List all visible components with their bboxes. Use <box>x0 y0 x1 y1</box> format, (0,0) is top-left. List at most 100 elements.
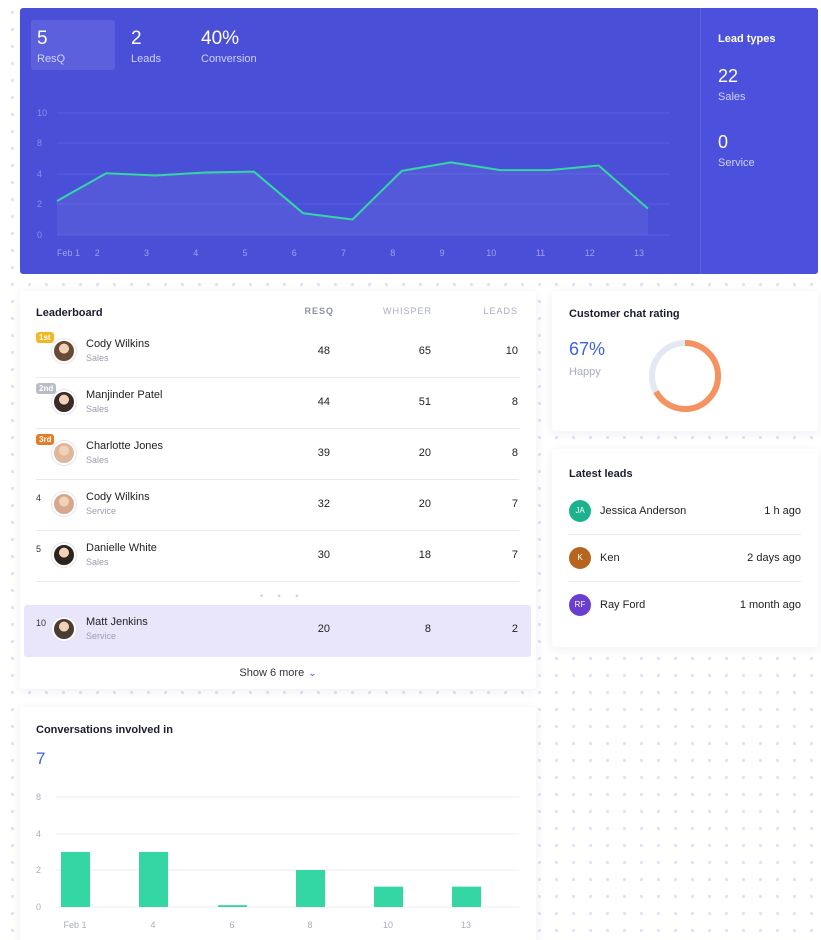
resq-value: 32 <box>317 498 330 510</box>
leaderboard-row[interactable]: 5 Danielle White Sales 30 18 7 <box>36 531 519 582</box>
x-tick-label: 13 <box>461 920 471 930</box>
x-tick-label: 4 <box>193 248 198 258</box>
conversations-bar-chart: 8 4 2 0 Feb 1 4 6 8 10 13 <box>36 792 519 930</box>
rank-number: 10 <box>36 618 47 628</box>
leads-value: 7 <box>511 498 518 510</box>
lead-types-panel: Lead types 22 Sales 0 Service <box>700 8 818 274</box>
y-tick-label: 8 <box>36 792 41 802</box>
y-tick-label: 2 <box>37 199 42 209</box>
lead-type-sales[interactable]: 22 Sales <box>718 66 746 103</box>
latest-leads-title: Latest leads <box>569 468 633 480</box>
leads-value: 2 <box>511 623 518 635</box>
show-more-label: Show 6 more <box>239 667 305 679</box>
member-name: Matt Jenkins <box>86 616 148 628</box>
member-team: Sales <box>86 404 109 414</box>
member-name: Cody Wilkins <box>86 491 150 503</box>
resq-value: 30 <box>317 549 330 561</box>
leads-value: 7 <box>511 549 518 561</box>
chat-rating-label: Happy <box>569 366 601 378</box>
column-header-resq[interactable]: RESQ <box>290 306 334 316</box>
lead-name: Ken <box>600 552 620 564</box>
leaderboard-card: Leaderboard RESQ WHISPER LEADS 1st Cody W… <box>20 291 536 689</box>
bar[interactable] <box>296 870 325 907</box>
whisper-value: 20 <box>418 498 431 510</box>
x-tick-label: 10 <box>486 248 496 258</box>
series-area <box>57 162 648 235</box>
y-tick-label: 4 <box>37 169 42 179</box>
leads-value: 10 <box>505 345 518 357</box>
bar[interactable] <box>452 886 481 907</box>
resq-value: 48 <box>317 345 330 357</box>
member-team: Service <box>86 506 117 516</box>
x-tick-label: 10 <box>383 920 393 930</box>
leaderboard-row[interactable]: 2nd Manjinder Patel Sales 44 51 8 <box>36 378 519 429</box>
x-tick-label: Feb 1 <box>57 248 80 258</box>
lead-type-sales-label: Sales <box>718 91 746 103</box>
lead-avatar: JA <box>569 500 591 522</box>
activity-chart-area: 5 ResQ 2 Leads 40% Conversion 10 8 4 2 0 Feb … <box>20 8 700 274</box>
bar[interactable] <box>139 852 168 907</box>
x-tick-label: 8 <box>390 248 395 258</box>
lead-item[interactable]: K Ken 2 days ago <box>569 536 801 582</box>
column-header-whisper[interactable]: WHISPER <box>370 306 432 316</box>
x-tick-label: 12 <box>585 248 595 258</box>
latest-leads-card: Latest leads JA Jessica Anderson 1 h ago K K… <box>552 449 818 647</box>
lead-item[interactable]: RF Ray Ford 1 month ago <box>569 583 801 629</box>
leaderboard-row[interactable]: 1st Cody Wilkins Sales 48 65 10 <box>36 327 519 378</box>
leaderboard-title: Leaderboard <box>36 307 103 319</box>
chat-rating-card: Customer chat rating 67% Happy <box>552 291 818 431</box>
y-tick-label: 4 <box>36 829 41 839</box>
rank-badge: 2nd <box>36 383 57 394</box>
activity-line-chart: 10 8 4 2 0 Feb 1 2 3 4 5 6 7 8 9 10 11 12 13 <box>37 108 670 258</box>
leads-value: 8 <box>511 447 518 459</box>
y-tick-label: 10 <box>37 108 47 118</box>
chevron-down-icon: ⌄ <box>308 668 317 679</box>
lead-type-service[interactable]: 0 Service <box>718 132 755 169</box>
x-tick-label: 5 <box>242 248 247 258</box>
y-tick-label: 0 <box>37 230 42 240</box>
member-team: Sales <box>86 353 109 363</box>
member-team: Sales <box>86 557 109 567</box>
lead-time: 1 month ago <box>739 599 801 611</box>
y-tick-label: 8 <box>37 138 42 148</box>
x-tick-label: Feb 1 <box>63 920 86 930</box>
whisper-value: 18 <box>418 549 431 561</box>
rank-number: 4 <box>36 493 42 503</box>
member-name: Manjinder Patel <box>86 389 163 401</box>
rank-badge: 3rd <box>36 434 55 445</box>
member-team: Sales <box>86 455 109 465</box>
chat-rating-title: Customer chat rating <box>569 308 680 320</box>
bar[interactable] <box>218 905 247 907</box>
chat-rating-donut <box>649 340 721 412</box>
member-name: Charlotte Jones <box>86 440 164 452</box>
resq-value: 39 <box>317 447 330 459</box>
rank-number: 5 <box>36 544 42 554</box>
lead-time: 1 h ago <box>764 505 801 517</box>
lead-type-sales-value: 22 <box>718 66 739 86</box>
show-more-button[interactable]: Show 6 more ⌄ <box>20 667 536 679</box>
leaderboard-row[interactable]: 4 Cody Wilkins Service 32 20 7 <box>36 480 519 531</box>
bar[interactable] <box>374 886 403 907</box>
x-tick-label: 2 <box>95 248 100 258</box>
whisper-value: 65 <box>418 345 431 357</box>
lead-type-service-value: 0 <box>718 132 729 152</box>
x-tick-label: 6 <box>229 920 234 930</box>
lead-time: 2 days ago <box>747 552 801 564</box>
resq-value: 44 <box>317 396 330 408</box>
chat-rating-percent: 67% <box>569 339 606 359</box>
lead-name: Ray Ford <box>600 599 646 611</box>
rank-badge: 1st <box>36 332 54 343</box>
leaderboard-row[interactable]: 3rd Charlotte Jones Sales 39 20 8 <box>36 429 519 480</box>
leaderboard-row[interactable]: 10 Matt Jenkins Service 20 8 2 <box>24 605 531 657</box>
column-header-leads[interactable]: LEADS <box>470 306 518 316</box>
x-tick-label: 7 <box>341 248 346 258</box>
avatar <box>52 441 76 465</box>
lead-avatar: RF <box>569 594 591 616</box>
bar[interactable] <box>61 852 90 907</box>
conversations-card: Conversations involved in 7 8 4 2 0 Feb 1468… <box>20 707 536 940</box>
lead-item[interactable]: JA Jessica Anderson 1 h ago <box>569 489 801 535</box>
whisper-value: 20 <box>418 447 431 459</box>
avatar <box>52 492 76 516</box>
y-tick-label: 0 <box>36 902 41 912</box>
activity-panel: 5 ResQ 2 Leads 40% Conversion 10 8 4 2 0 Feb … <box>20 8 818 274</box>
